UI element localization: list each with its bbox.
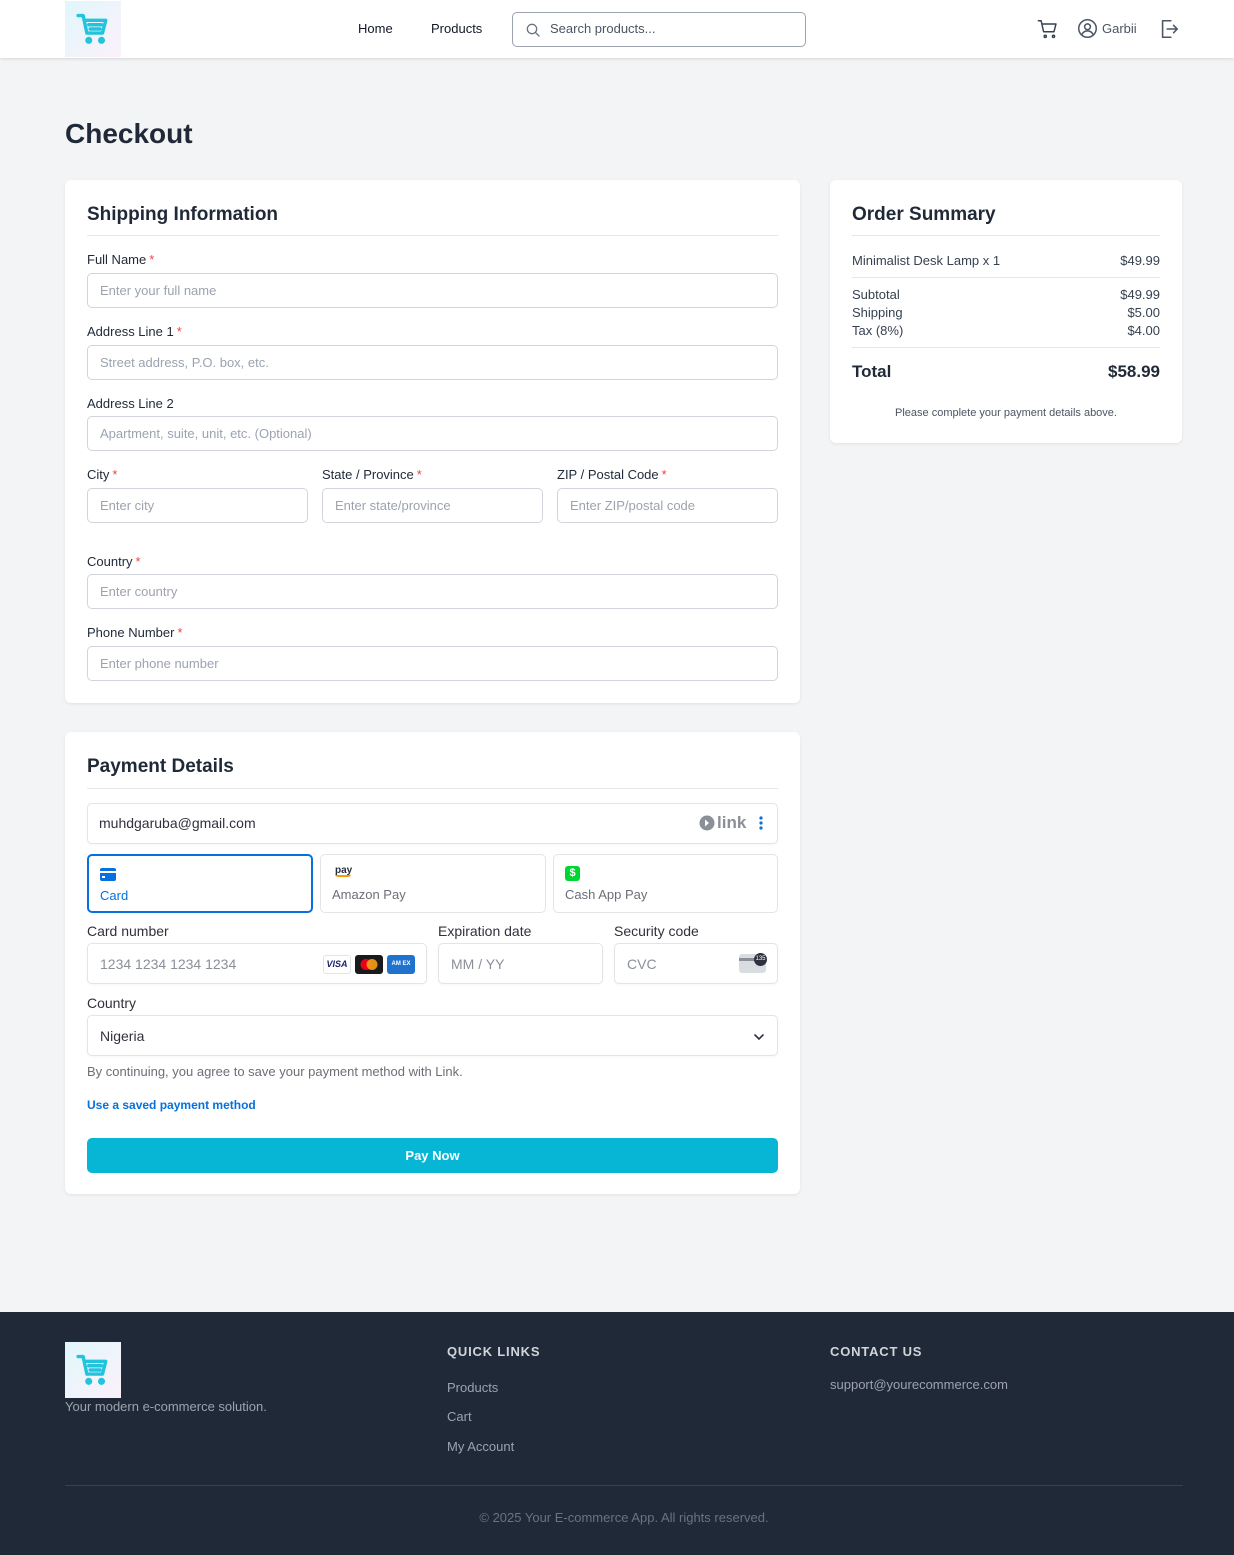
cart-logo-icon [76,13,108,44]
summary-title: Order Summary [852,204,996,225]
payment-tab-cash-app[interactable]: $ Cash App Pay [553,854,778,913]
footer-link-my-account[interactable]: My Account [447,1439,514,1454]
payment-tab-amazon-pay[interactable]: pay Amazon Pay [320,854,546,913]
more-options-icon[interactable] [755,814,767,837]
card-icon [100,868,116,886]
address1-input[interactable] [87,345,778,380]
chevron-down-icon [753,1030,765,1048]
cart-logo-icon [76,1354,108,1385]
cart-icon[interactable] [1037,18,1059,45]
city-label: City * [87,467,118,482]
divider [852,347,1160,348]
link-email[interactable]: muhdgaruba@gmail.com [99,815,256,831]
card-number-label: Card number [87,923,169,939]
footer-divider [65,1485,1183,1486]
total-value: $58.99 [1108,362,1160,381]
cvc-card-icon: 135 [739,953,767,973]
amex-icon: AM EX [387,955,415,974]
state-label: State / Province * [322,467,422,482]
nav-products[interactable]: Products [431,21,482,36]
card-number-placeholder: 1234 1234 1234 1234 [100,956,237,972]
tab-label-cash-app: Cash App Pay [565,887,648,902]
zip-label: ZIP / Postal Code * [557,467,667,482]
shipping-title: Shipping Information [87,204,279,225]
divider [87,235,778,236]
zip-input[interactable] [557,488,778,523]
footer-link-products[interactable]: Products [447,1380,498,1395]
summary-note: Please complete your payment details abo… [895,407,1117,419]
cash-app-icon: $ [565,866,580,881]
security-code-field[interactable]: CVC 135 [614,943,778,984]
country-select-value: Nigeria [100,1028,145,1044]
divider [852,277,1160,278]
country-label: Country * [87,554,141,569]
contact-email[interactable]: support@yourecommerce.com [830,1377,1008,1392]
city-input[interactable] [87,488,308,523]
contact-heading: CONTACT US [830,1344,923,1359]
full-name-label: Full Name * [87,252,155,267]
link-logo-icon [699,815,715,836]
tab-label-card: Card [100,888,129,903]
search-icon [526,23,540,37]
payment-title: Payment Details [87,756,234,777]
link-label: link [717,813,747,832]
item-price: $49.99 [1120,253,1160,268]
expiration-field[interactable]: MM / YY [438,943,603,984]
copyright: © 2025 Your E-commerce App. All rights r… [479,1510,769,1525]
user-icon[interactable] [1077,18,1098,44]
security-code-label: Security code [614,923,699,939]
phone-label: Phone Number * [87,625,183,640]
expiration-label: Expiration date [438,923,532,939]
footer-link-cart[interactable]: Cart [447,1409,472,1424]
top-navbar: Home Products Garbii [0,0,1234,58]
payment-tab-card[interactable]: Card [87,854,313,913]
tax-value: $4.00 [1127,323,1160,338]
cvc-placeholder: CVC [627,956,657,972]
username[interactable]: Garbii [1102,21,1137,36]
logo[interactable] [65,1,121,57]
footer-tagline: Your modern e-commerce solution. [65,1399,267,1414]
search-bar[interactable] [512,12,806,47]
expiration-placeholder: MM / YY [451,956,505,972]
shipping-label: Shipping [852,305,903,320]
tax-label: Tax (8%) [852,323,904,338]
payment-country-label: Country [87,995,137,1011]
quick-links-heading: QUICK LINKS [447,1344,541,1359]
address2-input[interactable] [87,416,778,451]
country-input[interactable] [87,574,778,609]
use-saved-payment-link[interactable]: Use a saved payment method [87,1098,256,1112]
page-title: Checkout [65,118,193,149]
nav-home[interactable]: Home [358,21,393,36]
address2-label: Address Line 2 [87,396,174,411]
full-name-input[interactable] [87,273,778,308]
amazon-pay-icon: pay [335,865,353,877]
state-input[interactable] [322,488,543,523]
card-number-field[interactable]: 1234 1234 1234 1234 VISA AM EX [87,943,427,984]
search-input[interactable] [550,21,790,36]
pay-now-button[interactable]: Pay Now [87,1138,778,1173]
mastercard-icon [355,955,383,974]
country-select[interactable]: Nigeria [87,1015,778,1056]
item-name: Minimalist Desk Lamp x 1 [852,253,1001,268]
phone-input[interactable] [87,646,778,681]
subtotal-label: Subtotal [852,287,900,302]
tab-label-amazon-pay: Amazon Pay [332,887,406,902]
shipping-value: $5.00 [1127,305,1160,320]
total-label: Total [852,362,892,381]
terms-text: By continuing, you agree to save your pa… [87,1064,463,1079]
divider [87,788,778,789]
footer-logo[interactable] [65,1342,121,1398]
logout-icon[interactable] [1158,18,1180,45]
visa-icon: VISA [323,955,351,974]
footer: Your modern e-commerce solution. QUICK L… [0,1312,1234,1555]
address1-label: Address Line 1 * [87,324,182,339]
subtotal-value: $49.99 [1120,287,1160,302]
divider [852,235,1160,236]
